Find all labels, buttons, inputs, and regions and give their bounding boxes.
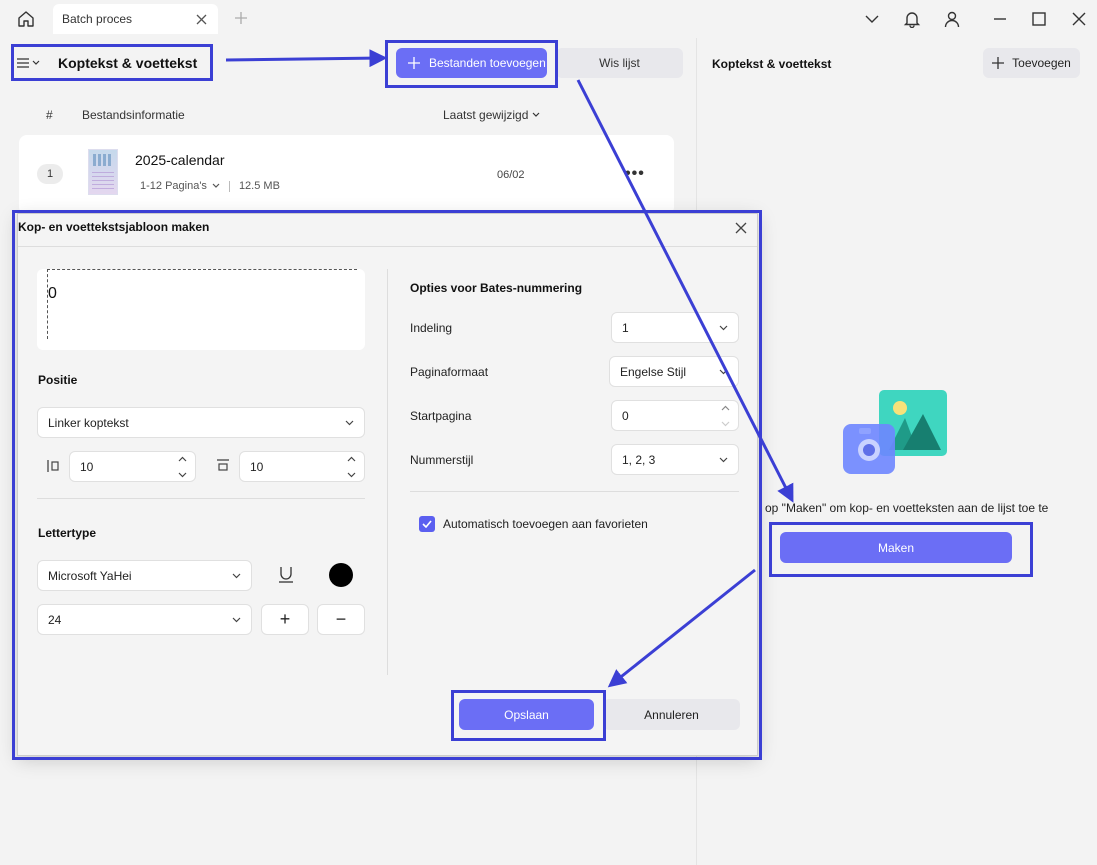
add-template-button[interactable]: Toevoegen <box>983 48 1080 78</box>
position-value: Linker koptekst <box>48 415 129 430</box>
hint-text: op "Maken" om kop- en voetteksten aan de… <box>765 501 1049 515</box>
template-preview: 0 <box>37 269 365 350</box>
column-last-modified[interactable]: Laatst gewijzigd <box>443 108 540 122</box>
margin-top-value: 10 <box>250 459 264 474</box>
font-size-value: 24 <box>48 612 62 627</box>
bell-icon[interactable] <box>902 9 922 29</box>
format-label: Indeling <box>410 321 453 335</box>
panel-title: Koptekst & voettekst <box>58 55 198 71</box>
plus-icon[interactable] <box>232 9 250 27</box>
stepper-icon[interactable] <box>720 405 730 427</box>
title-bar: Batch proces <box>0 0 1097 38</box>
clear-list-button[interactable]: Wis lijst <box>556 48 683 78</box>
plus-icon <box>992 57 1005 69</box>
chevron-down-icon[interactable] <box>862 9 882 29</box>
chevron-down-icon <box>231 571 241 581</box>
chevron-down-icon <box>718 323 728 333</box>
close-icon[interactable] <box>194 12 208 26</box>
position-heading: Positie <box>38 373 78 387</box>
font-family-value: Microsoft YaHei <box>48 568 132 583</box>
file-meta: 1-12 Pagina's 12.5 MB <box>140 180 280 192</box>
number-style-value: 1, 2, 3 <box>622 452 656 467</box>
margin-left-value: 10 <box>80 459 94 474</box>
margin-left-input[interactable]: 10 <box>69 451 196 482</box>
file-name: 2025-calendar <box>135 152 225 168</box>
page-format-select[interactable]: Engelse Stijl <box>609 356 739 387</box>
empty-state-illustration-icon <box>841 388 949 478</box>
template-panel-title: Koptekst & voettekst <box>712 57 832 71</box>
row-number: 1 <box>37 164 63 184</box>
plus-icon <box>408 57 420 69</box>
close-icon[interactable] <box>733 220 749 236</box>
home-icon[interactable] <box>14 7 38 31</box>
table-row[interactable]: 1 2025-calendar 1-12 Pagina's 12.5 MB 06… <box>19 135 674 215</box>
user-icon[interactable] <box>942 9 962 29</box>
make-button[interactable]: Maken <box>780 532 1012 563</box>
number-style-select[interactable]: 1, 2, 3 <box>611 444 739 475</box>
minimize-icon[interactable] <box>990 9 1010 29</box>
start-page-value: 0 <box>622 408 629 423</box>
decrease-size-button[interactable]: − <box>317 604 365 635</box>
cancel-button[interactable]: Annuleren <box>603 699 740 730</box>
page-format-label: Paginaformaat <box>410 365 489 379</box>
file-size: 12.5 MB <box>238 180 280 192</box>
auto-add-label: Automatisch toevoegen aan favorieten <box>443 517 648 531</box>
file-thumbnail <box>88 149 118 195</box>
margin-top-input[interactable]: 10 <box>239 451 365 482</box>
save-button[interactable]: Opslaan <box>459 699 594 730</box>
tab-batch-process[interactable]: Batch proces <box>53 4 218 34</box>
font-color-picker[interactable] <box>329 563 353 587</box>
format-select[interactable]: 1 <box>611 312 739 343</box>
chevron-down-icon[interactable] <box>212 183 220 189</box>
chevron-down-icon <box>344 418 354 428</box>
close-icon[interactable] <box>1069 9 1089 29</box>
chevron-down-icon <box>532 112 540 117</box>
increase-size-button[interactable]: + <box>261 604 309 635</box>
create-template-dialog: Kop- en voettekstsjabloon maken 0 Positi… <box>17 213 758 756</box>
dialog-title: Kop- en voettekstsjabloon maken <box>18 220 210 234</box>
add-files-button[interactable]: Bestanden toevoegen <box>396 48 547 78</box>
menu-icon[interactable] <box>17 54 45 72</box>
tab-label: Batch proces <box>62 12 133 26</box>
column-file-info: Bestandsinformatie <box>82 108 185 122</box>
file-pages: 1-12 Pagina's <box>140 180 207 192</box>
chevron-down-icon <box>718 455 728 465</box>
panel-header: Koptekst & voettekst Bestanden toevoegen… <box>0 38 690 88</box>
preview-text: 0 <box>48 285 57 302</box>
font-heading: Lettertype <box>38 526 97 540</box>
stepper-icon[interactable] <box>177 456 187 478</box>
number-style-label: Nummerstijl <box>410 453 474 467</box>
column-number: # <box>46 108 53 122</box>
add-template-label: Toevoegen <box>1012 56 1071 70</box>
bates-heading: Opties voor Bates-nummering <box>410 281 583 295</box>
start-page-label: Startpagina <box>410 409 472 423</box>
margin-top-icon <box>215 458 231 474</box>
column-last-modified-label: Laatst gewijzigd <box>443 108 529 122</box>
start-page-input[interactable]: 0 <box>611 400 739 431</box>
format-value: 1 <box>622 320 629 335</box>
stepper-icon[interactable] <box>346 456 356 478</box>
maximize-icon[interactable] <box>1029 9 1049 29</box>
chevron-down-icon <box>231 615 241 625</box>
position-select[interactable]: Linker koptekst <box>37 407 365 438</box>
column-headers: # Bestandsinformatie Laatst gewijzigd <box>0 100 690 130</box>
underline-icon[interactable] <box>277 566 295 584</box>
font-family-select[interactable]: Microsoft YaHei <box>37 560 252 591</box>
page-format-value: Engelse Stijl <box>620 364 687 379</box>
add-files-label: Bestanden toevoegen <box>429 56 546 70</box>
file-date: 06/02 <box>497 169 525 181</box>
auto-add-checkbox[interactable] <box>419 516 435 532</box>
chevron-down-icon <box>718 367 728 377</box>
more-options-icon[interactable]: ••• <box>625 165 645 183</box>
margin-left-icon <box>46 458 62 474</box>
font-size-select[interactable]: 24 <box>37 604 252 635</box>
